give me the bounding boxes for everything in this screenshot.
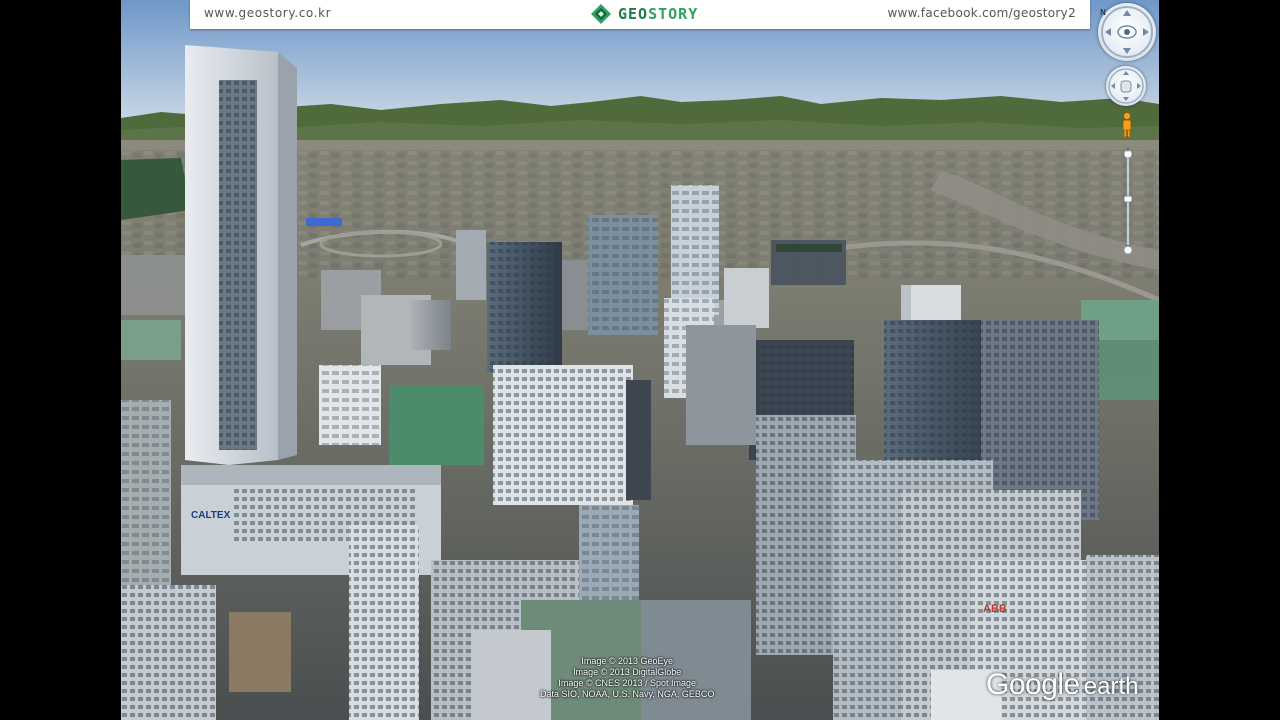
zoom-out-button[interactable]: − — [1124, 241, 1132, 250]
caltex-sign: CALTEX — [191, 510, 231, 521]
google-wordmark: Google — [986, 668, 1080, 701]
north-indicator[interactable]: N — [1100, 8, 1106, 17]
earth-3d-viewport[interactable]: CALTEX ABB — [121, 0, 1159, 720]
city-3d-scene[interactable]: CALTEX ABB — [121, 0, 1159, 720]
earth-wordmark: earth — [1083, 673, 1139, 700]
credit-line: Data SIO, NOAA, U.S. Navy, NGA, GEBCO — [540, 689, 715, 699]
geostory-emblem-icon — [591, 4, 611, 24]
geostory-logo: GEOSTORY — [590, 3, 698, 25]
red-rooftop-sign: ABB — [983, 603, 1007, 615]
eye-icon: N — [1100, 6, 1153, 58]
street-view-pegman-icon[interactable] — [1120, 112, 1134, 138]
geostory-website-link[interactable]: www.geostory.co.kr — [204, 6, 331, 20]
google-earth-logo: Google earth — [986, 668, 1138, 702]
geostory-header-bar: www.geostory.co.kr GEOSTORY www.facebook… — [190, 0, 1090, 29]
move-control[interactable] — [1106, 66, 1146, 106]
zoom-in-button[interactable]: + — [1124, 145, 1132, 154]
look-around-control[interactable]: N — [1098, 3, 1156, 61]
zoom-slider[interactable]: + − — [1123, 145, 1133, 255]
geostory-wordmark: GEOSTORY — [618, 5, 699, 23]
credit-line: Image © 2013 DigitalGlobe — [573, 667, 682, 677]
imagery-credits: Image © 2013 GeoEye Image © 2013 Digital… — [540, 656, 714, 700]
credit-line: Image © CNES 2013 / Spot Image — [558, 678, 697, 688]
hand-move-icon — [1108, 68, 1144, 104]
credit-line: Image © 2013 GeoEye — [581, 656, 674, 666]
facebook-link[interactable]: www.facebook.com/geostory2 — [887, 6, 1076, 20]
